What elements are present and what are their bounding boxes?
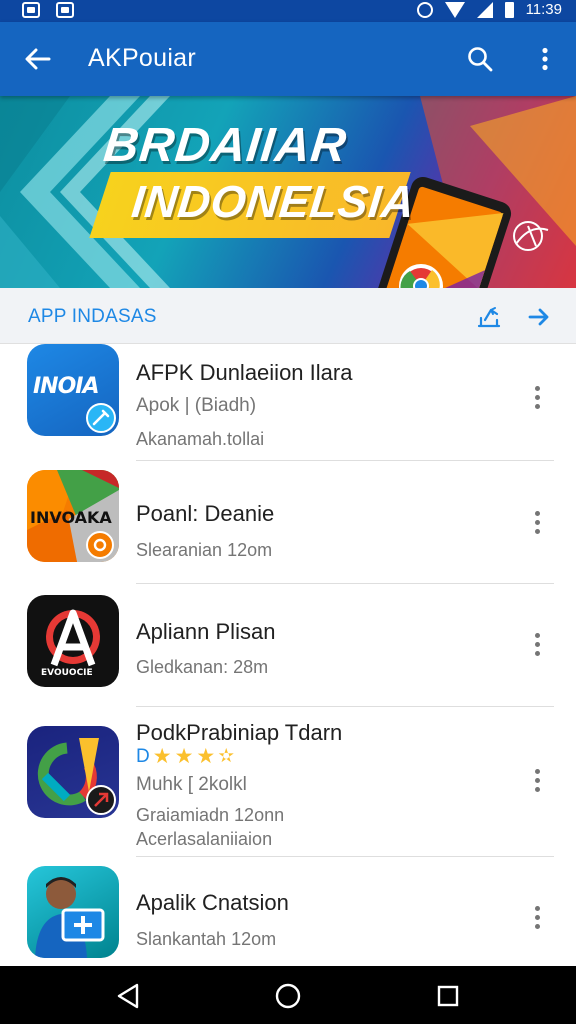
app-detail: Muhk [ 2kolkl xyxy=(136,774,247,795)
list-item[interactable]: Apalik Cnatsion Slankantah 12om xyxy=(0,857,576,966)
nav-home-button[interactable] xyxy=(271,979,305,1013)
alarm-icon xyxy=(416,1,433,18)
app-name: PodkPrabiniap Tdarn xyxy=(136,720,343,745)
app-icon-graphic xyxy=(35,877,105,958)
app-detail: Apok | (Biadh) xyxy=(136,395,257,416)
share-icon xyxy=(477,307,501,328)
app-detail: Gledkanan: 28m xyxy=(136,657,269,677)
more-options-button[interactable] xyxy=(525,39,565,79)
app-detail: Slankantah 12om xyxy=(136,929,277,949)
nav-back-icon xyxy=(117,983,139,1009)
rating-prefix: D xyxy=(136,745,150,767)
badge-icon xyxy=(86,403,116,433)
app-name: Apalik Cnatsion xyxy=(136,890,289,915)
app-icon xyxy=(27,726,119,818)
banner-subtitle: INDONELSIA xyxy=(129,176,418,227)
nav-home-icon xyxy=(275,983,301,1009)
list-item[interactable]: INVOAKA Poanl: Deanie Slearanian 12om xyxy=(0,461,576,584)
more-vert-icon xyxy=(542,47,548,71)
star-icon: ★ xyxy=(152,745,172,768)
app-icon: EVOUOCIE xyxy=(27,595,119,687)
item-overflow-button[interactable] xyxy=(522,627,552,661)
promo-banner[interactable]: BRDAIIAR INDONELSIA xyxy=(0,96,576,288)
see-more-button[interactable] xyxy=(524,302,554,332)
app-name: Poanl: Deanie xyxy=(136,501,275,526)
app-detail-tertiary: Acerlasalaniiaion xyxy=(136,829,273,849)
app-icon: INOIA xyxy=(27,344,119,436)
nav-back-button[interactable] xyxy=(111,979,145,1013)
wifi-icon xyxy=(444,1,465,18)
back-button[interactable] xyxy=(18,41,58,77)
app-notification-icon xyxy=(56,2,74,18)
list-item[interactable]: INOIA AFPK Dunlaeiion Ilara Apok | (Biad… xyxy=(0,344,576,461)
battery-icon xyxy=(504,1,514,18)
app-detail: Slearanian 12om xyxy=(136,540,273,560)
image-notification-icon xyxy=(22,2,40,18)
star-half-icon: ✫ xyxy=(218,746,235,767)
badge-icon xyxy=(86,785,116,815)
search-button[interactable] xyxy=(460,39,500,79)
app-name: AFPK Dunlaeiion Ilara xyxy=(136,360,353,385)
star-icon: ★ xyxy=(174,745,194,768)
app-detail-secondary: Akanamah.tollai xyxy=(136,429,265,449)
share-button[interactable] xyxy=(474,302,504,332)
app-icon: INVOAKA xyxy=(27,470,119,562)
signal-icon xyxy=(476,1,493,18)
list-item[interactable]: PodkPrabiniap Tdarn D ★ ★ ★ ✫ Muhk [ 2ko… xyxy=(0,707,576,857)
app-detail-secondary: Graiamiadn 12onn xyxy=(136,805,285,825)
nav-recents-icon xyxy=(437,985,459,1007)
list-item[interactable]: EVOUOCIE Apliann Plisan Gledkanan: 28m xyxy=(0,584,576,707)
item-overflow-button[interactable] xyxy=(522,505,552,539)
app-icon-label: INOIA xyxy=(33,374,100,399)
back-arrow-icon xyxy=(25,48,51,70)
app-bar: AKPouiar xyxy=(0,22,576,96)
page-title: AKPouiar xyxy=(88,44,197,72)
app-icon xyxy=(27,866,119,958)
nav-recents-button[interactable] xyxy=(431,979,465,1013)
arrow-right-icon xyxy=(528,308,549,326)
badge-icon xyxy=(86,531,114,559)
section-header: APP INDASAS xyxy=(0,288,576,344)
star-icon: ★ xyxy=(196,745,216,768)
banner-title: BRDAIIAR xyxy=(101,119,350,172)
app-icon-label: INVOAKA xyxy=(30,508,112,527)
item-overflow-button[interactable] xyxy=(522,380,552,414)
search-icon xyxy=(468,47,493,72)
banner-logo-icon xyxy=(513,221,549,251)
rating: D ★ ★ ★ ✫ xyxy=(136,744,234,769)
status-time: 11:39 xyxy=(525,1,562,18)
app-icon-label: EVOUOCIE xyxy=(41,668,93,678)
item-overflow-button[interactable] xyxy=(522,900,552,934)
app-name: Apliann Plisan xyxy=(136,619,276,644)
navigation-bar xyxy=(0,966,576,1024)
status-bar: 11:39 xyxy=(0,0,576,22)
item-overflow-button[interactable] xyxy=(522,763,552,797)
section-title: APP INDASAS xyxy=(28,306,157,327)
